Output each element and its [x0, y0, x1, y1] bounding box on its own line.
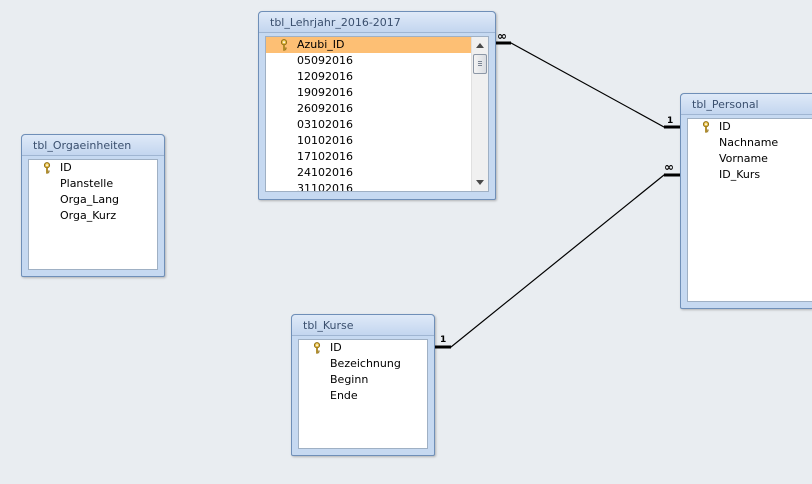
field-row[interactable]: ID [299, 340, 427, 356]
field-list: ID Bezeichnung Beginn Ende [298, 339, 428, 449]
field-name: Beginn [330, 373, 369, 386]
field-name: 12092016 [297, 70, 353, 83]
field-name: 17102016 [297, 150, 353, 163]
field-name: Orga_Kurz [60, 209, 117, 222]
table-title[interactable]: tbl_Orgaeinheiten [22, 135, 164, 156]
field-row[interactable]: Bezeichnung [299, 356, 427, 372]
field-row[interactable]: Vorname [688, 151, 812, 167]
field-row[interactable]: 03102016 [266, 117, 488, 133]
relation-end-marker [435, 345, 451, 349]
field-row[interactable]: Ende [299, 388, 427, 404]
key-icon [43, 162, 51, 174]
field-row[interactable]: Nachname [688, 135, 812, 151]
key-icon [702, 121, 710, 133]
relationship-line-kurse-personal[interactable] [435, 174, 680, 348]
key-icon [313, 342, 321, 354]
field-row[interactable]: 24102016 [266, 165, 488, 181]
field-name: Orga_Lang [60, 193, 120, 206]
field-row[interactable]: 17102016 [266, 149, 488, 165]
relation-end-marker [495, 41, 511, 45]
field-name: ID [330, 341, 342, 354]
cardinality-one-label: 1 [440, 335, 446, 345]
table-window-kurse[interactable]: tbl_Kurse ID Bezeichnung Beginn Ende [291, 314, 435, 456]
cardinality-many-label: ∞ [664, 160, 674, 174]
cardinality-many-label: ∞ [497, 29, 507, 43]
field-name: 26092016 [297, 102, 353, 115]
arrow-up-icon[interactable] [476, 43, 484, 48]
scrollbar-thumb[interactable] [473, 54, 487, 74]
field-name: 31102016 [297, 182, 353, 192]
field-row[interactable]: 10102016 [266, 133, 488, 149]
relationship-line-lehrjahr-personal[interactable] [495, 42, 680, 128]
field-name: 03102016 [297, 118, 353, 131]
field-row-selected[interactable]: Azubi_ID [266, 37, 471, 53]
field-name: Azubi_ID [297, 38, 345, 51]
field-row[interactable]: 19092016 [266, 85, 488, 101]
field-list: ID Planstelle Orga_Lang Orga_Kurz [28, 159, 158, 270]
cardinality-one-label: 1 [667, 116, 673, 126]
field-name: 19092016 [297, 86, 353, 99]
field-name: ID [719, 120, 731, 133]
field-row[interactable]: Orga_Kurz [29, 208, 157, 224]
table-window-orgaeinheiten[interactable]: tbl_Orgaeinheiten ID Planstelle Orga_Lan… [21, 134, 165, 277]
field-name: 24102016 [297, 166, 353, 179]
relation-end-marker [664, 125, 680, 129]
field-list: Azubi_ID 05092016 12092016 19092016 2609… [265, 36, 489, 192]
field-name: 10102016 [297, 134, 353, 147]
field-row[interactable]: ID [29, 160, 157, 176]
field-name: Bezeichnung [330, 357, 401, 370]
relationships-canvas: ∞ 1 1 ∞ tbl_Orgaeinheiten ID Planstelle … [0, 0, 812, 484]
field-name: Vorname [719, 152, 768, 165]
field-row[interactable]: ID [688, 119, 812, 135]
field-name: ID_Kurs [719, 168, 761, 181]
field-row[interactable]: Orga_Lang [29, 192, 157, 208]
table-title[interactable]: tbl_Kurse [292, 315, 434, 336]
field-row[interactable]: 05092016 [266, 53, 488, 69]
table-window-personal[interactable]: tbl_Personal ID Nachname Vorname ID_Kurs [680, 93, 812, 309]
table-title[interactable]: tbl_Personal [681, 94, 812, 115]
field-name: 05092016 [297, 54, 353, 67]
field-row[interactable]: Planstelle [29, 176, 157, 192]
vertical-scrollbar[interactable] [471, 37, 488, 191]
field-row[interactable]: 26092016 [266, 101, 488, 117]
relation-end-marker [664, 173, 680, 177]
field-row[interactable]: 12092016 [266, 69, 488, 85]
table-title[interactable]: tbl_Lehrjahr_2016-2017 [259, 12, 495, 33]
field-name: Planstelle [60, 177, 114, 190]
field-name: ID [60, 161, 72, 174]
field-list: ID Nachname Vorname ID_Kurs [687, 118, 812, 302]
field-row[interactable]: Beginn [299, 372, 427, 388]
key-icon [280, 39, 288, 51]
field-name: Nachname [719, 136, 779, 149]
table-window-lehrjahr[interactable]: tbl_Lehrjahr_2016-2017 Azubi_ID 05092016… [258, 11, 496, 200]
field-name: Ende [330, 389, 358, 402]
field-row[interactable]: 31102016 [266, 181, 488, 192]
field-row[interactable]: ID_Kurs [688, 167, 812, 183]
arrow-down-icon[interactable] [476, 180, 484, 185]
